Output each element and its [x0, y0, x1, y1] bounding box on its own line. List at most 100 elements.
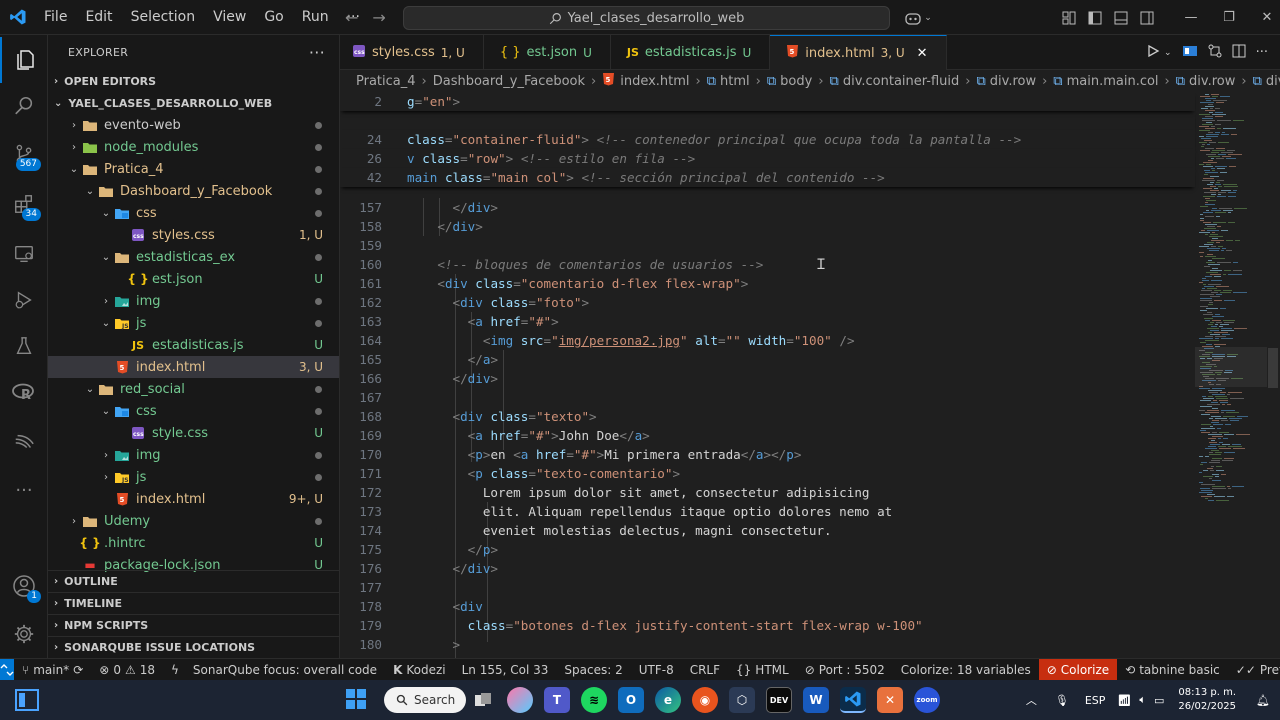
- code-line[interactable]: 161 <div class="comentario d-flex flex-w…: [340, 274, 1195, 293]
- minimap-viewport[interactable]: [1195, 347, 1267, 387]
- sonarqube-icon[interactable]: [0, 419, 48, 465]
- code-line[interactable]: 159: [340, 236, 1195, 255]
- search-view-icon[interactable]: [0, 83, 48, 129]
- copilot-app-icon[interactable]: [507, 687, 533, 713]
- tree-folder[interactable]: ⌄ Pratica_4: [48, 158, 339, 180]
- microphone-icon[interactable]: 🎙︎: [1047, 694, 1077, 707]
- tab-html[interactable]: 5 index.html 3, U ✕: [770, 35, 947, 70]
- minimize-icon[interactable]: —: [1172, 0, 1210, 35]
- restore-icon[interactable]: ❐: [1210, 0, 1248, 35]
- tree-folder[interactable]: ⌄ css: [48, 400, 339, 422]
- clock[interactable]: 08:13 p. m. 26/02/2025: [1168, 686, 1246, 714]
- live-server-port[interactable]: ⊘ Port : 5502: [797, 659, 893, 681]
- task-view-icon[interactable]: [470, 687, 496, 713]
- workspace-root-section[interactable]: ⌄ YAEL_CLASES_DESARROLLO_WEB: [48, 92, 339, 114]
- language-indicator[interactable]: ESP: [1077, 694, 1114, 707]
- breadcrumb-item[interactable]: main.main.col: [1067, 74, 1159, 89]
- kodezi-status[interactable]: K Kodezi: [385, 659, 454, 681]
- tree-folder[interactable]: › img: [48, 444, 339, 466]
- sticky-scroll-line[interactable]: 24 class="container-fluid"> <!-- contened…: [340, 130, 1195, 149]
- language-mode[interactable]: {} HTML: [728, 659, 797, 681]
- split-editor-icon[interactable]: [1232, 44, 1246, 62]
- xampp-icon[interactable]: ✕: [877, 687, 903, 713]
- indentation[interactable]: Spaces: 2: [556, 659, 630, 681]
- tab-js[interactable]: JS estadisticas.js U: [611, 35, 771, 70]
- dev-icon[interactable]: DEV: [766, 687, 792, 713]
- settings-gear-icon[interactable]: [0, 611, 48, 657]
- sticky-scroll-line[interactable]: 2 g="en">: [340, 92, 1195, 111]
- code-line[interactable]: 177: [340, 578, 1195, 597]
- toggle-panel-icon[interactable]: [1108, 0, 1134, 35]
- code-line[interactable]: 173 elit. Aliquam repellendus itaque opt…: [340, 502, 1195, 521]
- vscode-taskbar-icon[interactable]: [840, 687, 866, 713]
- code-line[interactable]: 158 </div>: [340, 217, 1195, 236]
- explorer-icon[interactable]: [0, 37, 48, 83]
- code-line[interactable]: 176 </div>: [340, 559, 1195, 578]
- code-line[interactable]: 157 </div>: [340, 198, 1195, 217]
- tab-css[interactable]: css styles.css 1, U: [340, 35, 484, 70]
- run-debug-icon[interactable]: [0, 277, 48, 323]
- sonarqube-section[interactable]: › SONARQUBE ISSUE LOCATIONS: [48, 636, 339, 658]
- customize-layout-icon[interactable]: [1056, 0, 1082, 35]
- zoom-icon[interactable]: zoom: [914, 687, 940, 713]
- colorize-button[interactable]: ⊘ Colorize: [1038, 658, 1118, 681]
- breadcrumb-item[interactable]: html: [720, 74, 750, 89]
- prettier-status[interactable]: ✓✓ Prettier: [1228, 659, 1280, 681]
- tree-file[interactable]: 5 index.html 3, U: [48, 356, 339, 378]
- minimap[interactable]: [1195, 92, 1267, 512]
- tree-folder[interactable]: › img: [48, 290, 339, 312]
- menu-edit[interactable]: Edit: [76, 0, 121, 35]
- tree-file[interactable]: css style.css U: [48, 422, 339, 444]
- command-center-search[interactable]: Yael_clases_desarrollo_web: [403, 6, 890, 30]
- run-dropdown-icon[interactable]: ⌄: [1164, 48, 1172, 58]
- editor-more-icon[interactable]: ···: [1256, 45, 1268, 60]
- breadcrumb-item[interactable]: Pratica_4: [356, 74, 416, 89]
- more-views-icon[interactable]: ···: [0, 467, 48, 513]
- ubuntu-icon[interactable]: ◉: [692, 687, 718, 713]
- breadcrumb-item[interactable]: div.row: [1189, 74, 1235, 89]
- breadcrumb-item[interactable]: div.container-fluid: [843, 74, 959, 89]
- toggle-secondary-sidebar-icon[interactable]: [1134, 0, 1160, 35]
- code-line[interactable]: 168 <div class="texto">: [340, 407, 1195, 426]
- taskbar-search[interactable]: Search: [384, 687, 466, 713]
- tree-folder[interactable]: ⌄ JS js: [48, 312, 339, 334]
- show-desktop-icon[interactable]: [14, 688, 40, 716]
- teams-icon[interactable]: T: [544, 687, 570, 713]
- vscode-logo-icon[interactable]: [0, 0, 35, 35]
- menu-run[interactable]: Run: [293, 0, 338, 35]
- tree-file[interactable]: JS estadisticas.js U: [48, 334, 339, 356]
- code-line[interactable]: 167: [340, 388, 1195, 407]
- sticky-scroll-line[interactable]: 26 v class="row"> <!-- estilo en fila -->: [340, 149, 1195, 168]
- problems-indicator[interactable]: ⊗ 0 ⚠ 18: [91, 659, 163, 681]
- code-line[interactable]: 178 <div: [340, 597, 1195, 616]
- tree-file[interactable]: { } est.json U: [48, 268, 339, 290]
- line-ending[interactable]: CRLF: [682, 659, 728, 681]
- code-line[interactable]: 174 eveniet molestias delectus, magni co…: [340, 521, 1195, 540]
- menu-file[interactable]: File: [35, 0, 76, 35]
- compare-changes-icon[interactable]: [1208, 44, 1222, 62]
- code-line[interactable]: 160 <!-- bloques de comentarios de usuar…: [340, 255, 1195, 274]
- source-control-icon[interactable]: 567: [0, 131, 48, 177]
- code-line[interactable]: 180 >: [340, 635, 1195, 654]
- code-line[interactable]: 169 <a href="#">John Doe</a>: [340, 426, 1195, 445]
- git-branch[interactable]: ⑂ main* ⟳: [14, 659, 91, 681]
- testing-flask-icon[interactable]: [0, 323, 48, 369]
- code-line[interactable]: 164 <img src="img/persona2.jpg" alt="" w…: [340, 331, 1195, 350]
- r-language-icon[interactable]: R: [0, 369, 48, 415]
- code-line[interactable]: 163 <a href="#">: [340, 312, 1195, 331]
- open-editors-section[interactable]: › OPEN EDITORS: [48, 70, 339, 92]
- tree-folder[interactable]: ⌄ Dashboard_y_Facebook: [48, 180, 339, 202]
- outline-section[interactable]: › OUTLINE: [48, 570, 339, 592]
- tree-file[interactable]: css styles.css 1, U: [48, 224, 339, 246]
- tree-file[interactable]: 5 index.html 9+, U: [48, 488, 339, 510]
- tree-folder[interactable]: ⌄ estadisticas_ex: [48, 246, 339, 268]
- remote-explorer-icon[interactable]: [0, 231, 48, 277]
- remote-indicator-icon[interactable]: [0, 658, 14, 681]
- code-line[interactable]: 175 </p>: [340, 540, 1195, 559]
- toggle-sidebar-icon[interactable]: [1082, 0, 1108, 35]
- notification-center-icon[interactable]: 🔔︎: [1246, 694, 1280, 707]
- tree-folder[interactable]: ⌄ css: [48, 202, 339, 224]
- volume-icon[interactable]: 🔈︎: [1135, 693, 1150, 707]
- sticky-scroll-line[interactable]: 42 main class="main col"> <!-- sección pr…: [340, 168, 1195, 187]
- cursor-position[interactable]: Ln 155, Col 33: [454, 659, 557, 681]
